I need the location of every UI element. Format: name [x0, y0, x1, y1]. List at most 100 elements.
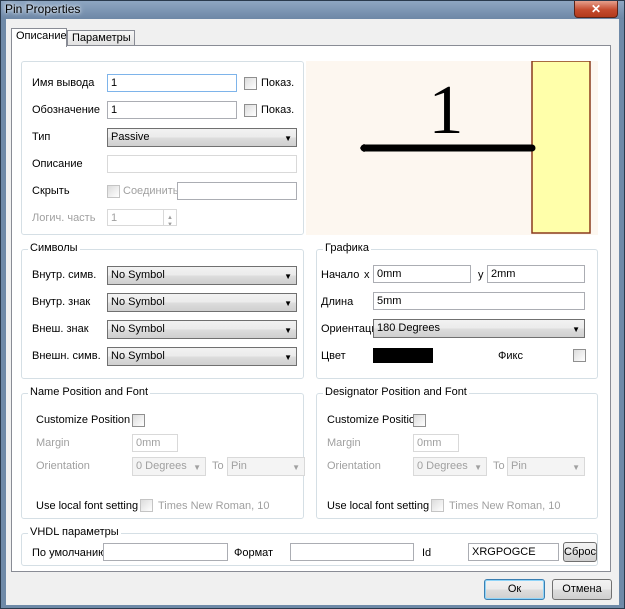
- y-label: y: [478, 269, 484, 281]
- pin-name-show-label: Показ.: [261, 77, 295, 89]
- chevron-down-icon: ▼: [284, 272, 292, 281]
- length-field[interactable]: 5mm: [373, 292, 585, 310]
- pin-number-text: 1: [429, 72, 464, 149]
- symbol-outer-value: No Symbol: [111, 350, 165, 362]
- designator-font-value: Times New Roman, 10: [449, 500, 561, 512]
- connect-checkbox[interactable]: [107, 185, 120, 198]
- part-label: Логич. часть: [32, 212, 96, 224]
- symbol-inner-select[interactable]: No Symbol ▼: [107, 266, 297, 285]
- name-to-value: Pin: [231, 460, 247, 472]
- name-customize-checkbox[interactable]: [132, 414, 145, 427]
- part-number-stepper[interactable]: 1 ▲ ▼: [107, 209, 177, 226]
- vhdl-id-field[interactable]: XRGPOGCE: [468, 543, 559, 561]
- symbol-outer-edge-label: Внеш. знак: [32, 323, 89, 335]
- color-swatch[interactable]: [373, 348, 433, 363]
- start-label: Начало: [321, 269, 360, 281]
- stepper-down-icon: ▼: [167, 222, 173, 226]
- vhdl-default-field[interactable]: [103, 543, 228, 561]
- designator-show-checkbox[interactable]: [244, 104, 257, 117]
- connect-field[interactable]: [177, 182, 297, 200]
- designator-label: Обозначение: [32, 104, 101, 116]
- chevron-down-icon: ▼: [284, 134, 292, 143]
- cancel-button[interactable]: Отмена: [552, 579, 612, 600]
- symbol-outer-edge-value: No Symbol: [111, 323, 165, 335]
- ok-button[interactable]: Ок: [484, 579, 545, 600]
- tab-panel: Имя вывода 1 Показ. Обозначение 1 Показ.…: [11, 45, 611, 572]
- name-to-select[interactable]: Pin ▼: [227, 457, 305, 476]
- name-font-label: Use local font setting: [36, 500, 139, 512]
- title-bar[interactable]: Pin Properties ✕: [1, 1, 624, 19]
- designator-position-group: Designator Position and Font Customize P…: [316, 386, 598, 519]
- symbol-inner-value: No Symbol: [111, 269, 165, 281]
- chevron-down-icon: ▼: [292, 463, 300, 472]
- designator-font-label: Use local font setting: [327, 500, 430, 512]
- graphics-title: Графика: [323, 242, 371, 254]
- name-customize-label: Customize Position: [36, 414, 131, 426]
- close-button[interactable]: ✕: [574, 1, 618, 18]
- pin-name-show-checkbox[interactable]: [244, 77, 257, 90]
- vhdl-format-field[interactable]: [290, 543, 414, 561]
- designator-font-checkbox[interactable]: [431, 499, 444, 512]
- chevron-down-icon: ▼: [193, 463, 201, 472]
- name-position-group: Name Position and Font Customize Positio…: [21, 386, 305, 519]
- name-position-title: Name Position and Font: [28, 386, 151, 398]
- fixed-checkbox[interactable]: [573, 349, 586, 362]
- close-icon: ✕: [590, 2, 602, 16]
- chevron-down-icon: ▼: [572, 463, 580, 472]
- name-orientation-select[interactable]: 0 Degrees ▼: [132, 457, 206, 476]
- symbol-outer-select[interactable]: No Symbol ▼: [107, 347, 297, 366]
- x-label: x: [364, 269, 370, 281]
- description-field[interactable]: [107, 155, 297, 173]
- designator-customize-checkbox[interactable]: [413, 414, 426, 427]
- designator-to-value: Pin: [511, 460, 527, 472]
- stepper-arrows[interactable]: ▲ ▼: [163, 210, 176, 226]
- symbol-inner-edge-select[interactable]: No Symbol ▼: [107, 293, 297, 312]
- name-font-value: Times New Roman, 10: [158, 500, 270, 512]
- y-field[interactable]: 2mm: [487, 265, 585, 283]
- vhdl-group: VHDL параметры По умолчанию Формат Id XR…: [21, 526, 598, 566]
- name-orientation-value: 0 Degrees: [136, 460, 187, 472]
- type-select[interactable]: Passive ▼: [107, 128, 297, 147]
- chevron-down-icon: ▼: [284, 326, 292, 335]
- x-field[interactable]: 0mm: [373, 265, 471, 283]
- designator-margin-field[interactable]: 0mm: [413, 434, 459, 452]
- general-group: Имя вывода 1 Показ. Обозначение 1 Показ.…: [21, 61, 304, 235]
- chevron-down-icon: ▼: [284, 353, 292, 362]
- type-select-value: Passive: [111, 131, 150, 143]
- orientation-select[interactable]: 180 Degrees ▼: [373, 319, 585, 338]
- symbol-inner-label: Внутр. симв.: [32, 269, 97, 281]
- name-margin-label: Margin: [36, 437, 70, 449]
- pin-name-field[interactable]: 1: [107, 74, 237, 92]
- chevron-down-icon: ▼: [284, 299, 292, 308]
- designator-orientation-value: 0 Degrees: [417, 460, 468, 472]
- hide-label: Скрыть: [32, 185, 70, 197]
- symbol-outer-label: Внешн. симв.: [32, 350, 101, 362]
- designator-position-title: Designator Position and Font: [323, 386, 469, 398]
- orientation-value: 180 Degrees: [377, 322, 440, 334]
- symbol-inner-edge-value: No Symbol: [111, 296, 165, 308]
- name-font-checkbox[interactable]: [140, 499, 153, 512]
- designator-customize-label: Customize Position: [327, 414, 422, 426]
- vhdl-reset-button[interactable]: Сброс: [563, 542, 597, 562]
- name-margin-field[interactable]: 0mm: [132, 434, 178, 452]
- symbols-title: Символы: [28, 242, 80, 254]
- designator-to-label: To: [493, 460, 505, 472]
- tab-parameters[interactable]: Параметры: [67, 30, 135, 46]
- orientation-label: Ориентация: [321, 323, 374, 335]
- designator-orientation-select[interactable]: 0 Degrees ▼: [413, 457, 487, 476]
- component-body: [531, 60, 591, 234]
- vhdl-format-label: Формат: [234, 547, 274, 559]
- designator-margin-label: Margin: [327, 437, 361, 449]
- window-title: Pin Properties: [5, 2, 81, 16]
- color-label: Цвет: [321, 350, 346, 362]
- type-label: Тип: [32, 131, 51, 143]
- pin-properties-window: Pin Properties ✕ Описание Параметры Имя …: [0, 0, 625, 609]
- chevron-down-icon: ▼: [474, 463, 482, 472]
- designator-to-select[interactable]: Pin ▼: [507, 457, 585, 476]
- designator-field[interactable]: 1: [107, 101, 237, 119]
- tab-description[interactable]: Описание: [11, 28, 67, 47]
- fixed-label: Фикс: [498, 350, 523, 362]
- designator-show-label: Показ.: [261, 104, 295, 116]
- symbol-outer-edge-select[interactable]: No Symbol ▼: [107, 320, 297, 339]
- length-label: Длина: [321, 296, 354, 308]
